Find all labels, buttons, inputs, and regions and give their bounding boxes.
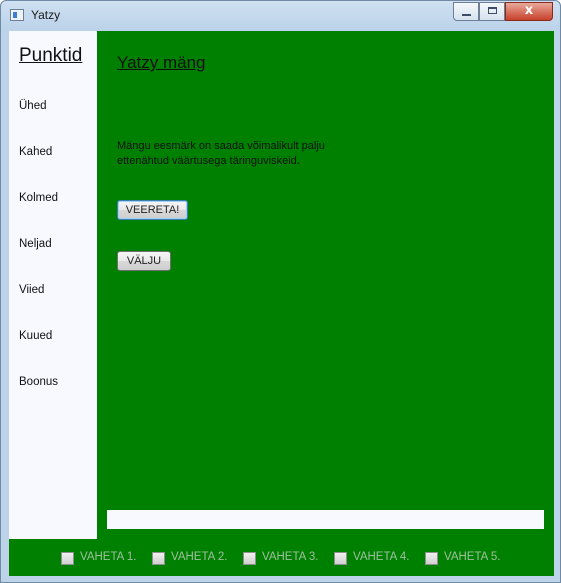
game-title: Yatzy mäng [117,53,206,72]
swap-1-checkbox[interactable] [61,552,74,565]
score-title: Punktid [19,45,83,66]
title-bar[interactable]: Yatzy x [1,1,560,29]
swap-1-label: VAHETA 1. [80,551,137,563]
swap-5-label: VAHETA 5. [444,551,501,563]
window-title: Yatzy [31,8,61,22]
score-item-neljad: Neljad [19,238,52,250]
score-item-kahed: Kahed [19,146,53,158]
maximize-button[interactable] [479,2,505,21]
score-item-boonus: Boonus [19,376,59,388]
swap-3-checkbox[interactable] [243,552,256,565]
exit-button[interactable]: VÄLJU [117,251,171,271]
status-field [107,510,544,529]
close-button[interactable]: x [505,2,553,21]
score-item-viied: Viied [19,284,45,296]
score-item-kolmed: Kolmed [19,192,58,204]
swap-5-checkbox[interactable] [425,552,438,565]
app-icon [10,9,24,21]
swap-2-checkbox[interactable] [152,552,165,565]
score-sidebar: Punktid Ühed Kahed Kolmed Neljad Viied K… [9,31,97,539]
swap-3-label: VAHETA 3. [262,551,319,563]
game-description: Mängu eesmärk on saada võimalikult palju… [117,139,377,169]
minimize-button[interactable] [453,2,479,21]
description-line-2: ettenähtud väärtusega täringuviskeid. [117,155,300,167]
score-item-kuued: Kuued [19,330,53,342]
swap-4-label: VAHETA 4. [353,551,410,563]
maximize-icon [488,7,497,14]
swap-4-checkbox[interactable] [334,552,347,565]
app-window: Yatzy x Punktid Ühed Kahed Kolmed Neljad… [0,0,561,583]
description-line-1: Mängu eesmärk on saada võimalikult palju [117,140,325,152]
game-panel: Punktid Ühed Kahed Kolmed Neljad Viied K… [9,31,554,576]
minimize-icon [462,14,471,16]
swap-2-label: VAHETA 2. [171,551,228,563]
roll-button[interactable]: VEERETA! [117,200,188,220]
score-item-uhed: Ühed [19,100,47,112]
close-icon: x [524,3,534,18]
